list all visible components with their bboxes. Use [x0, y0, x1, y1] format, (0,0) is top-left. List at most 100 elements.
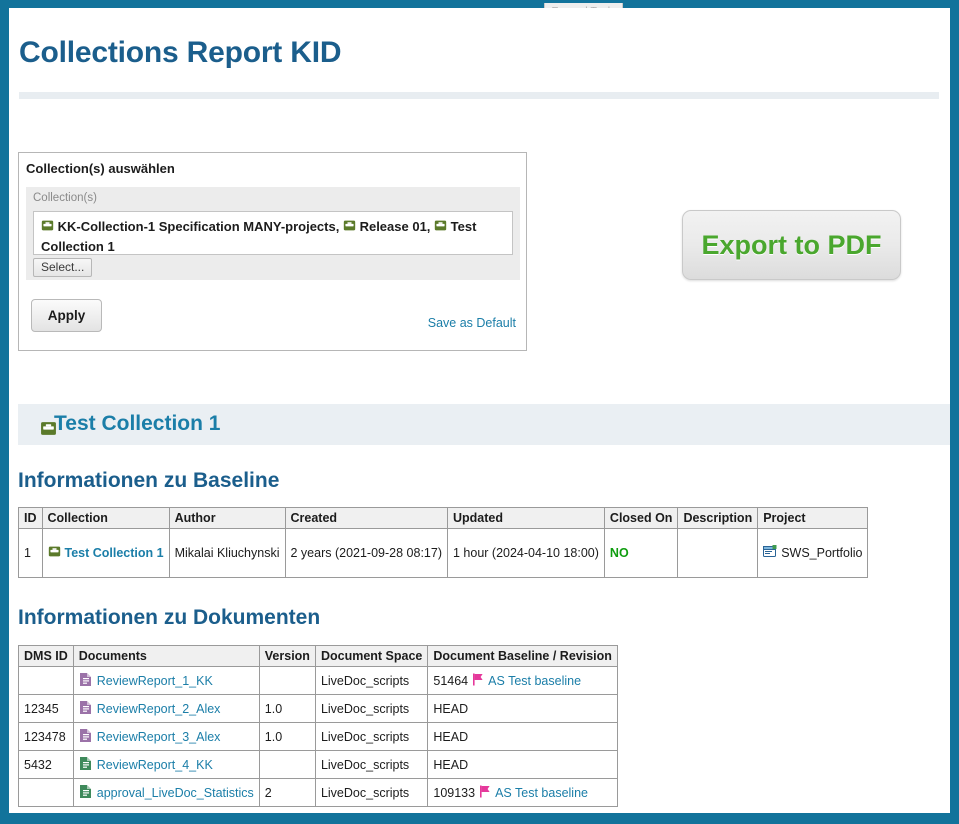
documents-cell-space: LiveDoc_scripts [314, 778, 429, 807]
documents-cell-revision: 51464 AS Test baseline [427, 666, 618, 695]
baseline-column-header: Closed On [603, 507, 679, 529]
table-row: 1 Test Collection 1 Mikalai Kliuchynski 2 y… [18, 528, 869, 578]
flag-icon [479, 785, 491, 801]
baseline-cell-project: SWS_Portfolio [757, 528, 869, 578]
documents-cell-dms-id [18, 666, 74, 695]
baseline-cell-closed-on: NO [603, 528, 679, 578]
document-purple-icon [79, 728, 93, 746]
documents-cell-space: LiveDoc_scripts [314, 666, 429, 695]
table-row: 5432 ReviewReport_4_KK LiveDoc_scripts HEA… [18, 750, 618, 779]
flag-icon [472, 673, 484, 689]
documents-cell-version: 2 [258, 778, 316, 807]
apply-button[interactable]: Apply [31, 299, 102, 332]
documents-column-header: Version [258, 645, 316, 667]
documents-cell-version: 1.0 [258, 722, 316, 751]
project-label: SWS_Portfolio [781, 546, 863, 560]
selector-field-label: Collection(s) [33, 192, 97, 204]
selected-collection-label: Release 01, [359, 219, 431, 234]
export-to-pdf-button[interactable]: Export to PDF [682, 210, 901, 280]
documents-cell-revision: HEAD [427, 694, 618, 723]
documents-column-header: DMS ID [18, 645, 74, 667]
documents-cell-revision: HEAD [427, 722, 618, 751]
document-link[interactable]: approval_LiveDoc_Statistics [97, 786, 254, 800]
documents-cell-document: ReviewReport_1_KK [72, 666, 260, 695]
document-green-icon [79, 756, 93, 774]
baseline-cell-created: 2 years (2021-09-28 08:17) [284, 528, 448, 578]
baseline-heading: Informationen zu Baseline [18, 469, 280, 492]
table-row: ReviewReport_1_KK LiveDoc_scripts 51464 A… [18, 666, 618, 695]
revision-number: 51464 [433, 673, 469, 688]
documents-column-header: Document Baseline / Revision [427, 645, 618, 667]
collection-selector-panel: Collection(s) auswählen Collection(s) KK… [18, 152, 527, 351]
selected-collection-label: KK-Collection-1 Specification MANY-proje… [57, 219, 340, 234]
selected-collections-field[interactable]: KK-Collection-1 Specification MANY-proje… [33, 211, 513, 255]
document-link[interactable]: ReviewReport_3_Alex [97, 730, 221, 744]
documents-cell-dms-id: 123478 [18, 722, 74, 751]
document-purple-icon [79, 672, 93, 690]
document-green-icon [79, 784, 93, 802]
baseline-revision-link[interactable]: AS Test baseline [495, 786, 588, 800]
baseline-column-header: Updated [446, 507, 605, 529]
collection-section-title: Test Collection 1 [54, 412, 221, 435]
documents-cell-document: approval_LiveDoc_Statistics [72, 778, 260, 807]
documents-cell-dms-id: 12345 [18, 694, 74, 723]
selector-legend: Collection(s) auswählen [26, 161, 175, 176]
page-title: Collections Report KID [19, 36, 342, 69]
baseline-column-header: Project [757, 507, 869, 529]
title-divider [19, 92, 939, 99]
baseline-column-header: Created [284, 507, 448, 529]
baseline-cell-id: 1 [18, 528, 43, 578]
document-purple-icon [79, 700, 93, 718]
revision-number: HEAD [433, 701, 469, 716]
baseline-cell-updated: 1 hour (2024-04-10 18:00) [446, 528, 605, 578]
document-link[interactable]: ReviewReport_2_Alex [97, 702, 221, 716]
documents-column-header: Document Space [314, 645, 429, 667]
documents-cell-dms-id: 5432 [18, 750, 74, 779]
baseline-cell-description [677, 528, 759, 578]
documents-column-header: Documents [72, 645, 260, 667]
table-row: 12345 ReviewReport_2_Alex 1.0 LiveDoc_scrip… [18, 694, 618, 723]
select-button[interactable]: Select... [33, 258, 93, 277]
documents-cell-space: LiveDoc_scripts [314, 750, 429, 779]
baseline-column-header: Author [168, 507, 286, 529]
documents-table: DMS ID Documents Version Document Space Docu… [18, 645, 618, 807]
revision-number: HEAD [433, 757, 469, 772]
baseline-revision-link[interactable]: AS Test baseline [488, 674, 581, 688]
documents-cell-version [258, 666, 316, 695]
baseline-cell-collection: Test Collection 1 [41, 528, 170, 578]
collection-box-icon [434, 218, 447, 237]
document-link[interactable]: ReviewReport_4_KK [97, 758, 213, 772]
collection-section-band: Test Collection 1 [18, 404, 950, 445]
documents-table-header-row: DMS ID Documents Version Document Space Docu… [18, 645, 618, 667]
collection-box-icon [343, 218, 356, 237]
report-page: Collections Report KID Collection(s) aus… [9, 8, 950, 813]
documents-cell-document: ReviewReport_3_Alex [72, 722, 260, 751]
baseline-table: ID Collection Author Created Updated Closed O… [18, 507, 869, 578]
documents-heading: Informationen zu Dokumenten [18, 606, 321, 629]
document-link[interactable]: ReviewReport_1_KK [97, 674, 213, 688]
baseline-column-header: Collection [41, 507, 170, 529]
collection-link[interactable]: Test Collection 1 [65, 546, 164, 560]
documents-cell-version [258, 750, 316, 779]
project-window-icon [763, 545, 777, 561]
documents-cell-document: ReviewReport_2_Alex [72, 694, 260, 723]
save-as-default-link[interactable]: Save as Default [428, 316, 516, 330]
table-row: 123478 ReviewReport_3_Alex 1.0 LiveDoc_scri… [18, 722, 618, 751]
documents-cell-revision: HEAD [427, 750, 618, 779]
baseline-cell-author: Mikalai Kliuchynski [168, 528, 286, 578]
documents-cell-revision: 109133 AS Test baseline [427, 778, 618, 807]
baseline-column-header: ID [18, 507, 43, 529]
baseline-column-header: Description [677, 507, 759, 529]
selector-inner-group: Collection(s) KK-Collection-1 Specificat… [26, 187, 520, 280]
documents-cell-document: ReviewReport_4_KK [72, 750, 260, 779]
documents-cell-dms-id [18, 778, 74, 807]
collection-box-icon [48, 545, 61, 561]
collection-box-icon [41, 218, 54, 237]
baseline-table-header-row: ID Collection Author Created Updated Closed O… [18, 507, 869, 529]
table-row: approval_LiveDoc_Statistics 2 LiveDoc_scri… [18, 778, 618, 807]
revision-number: 109133 [433, 785, 476, 800]
documents-cell-version: 1.0 [258, 694, 316, 723]
documents-cell-space: LiveDoc_scripts [314, 694, 429, 723]
revision-number: HEAD [433, 729, 469, 744]
documents-cell-space: LiveDoc_scripts [314, 722, 429, 751]
